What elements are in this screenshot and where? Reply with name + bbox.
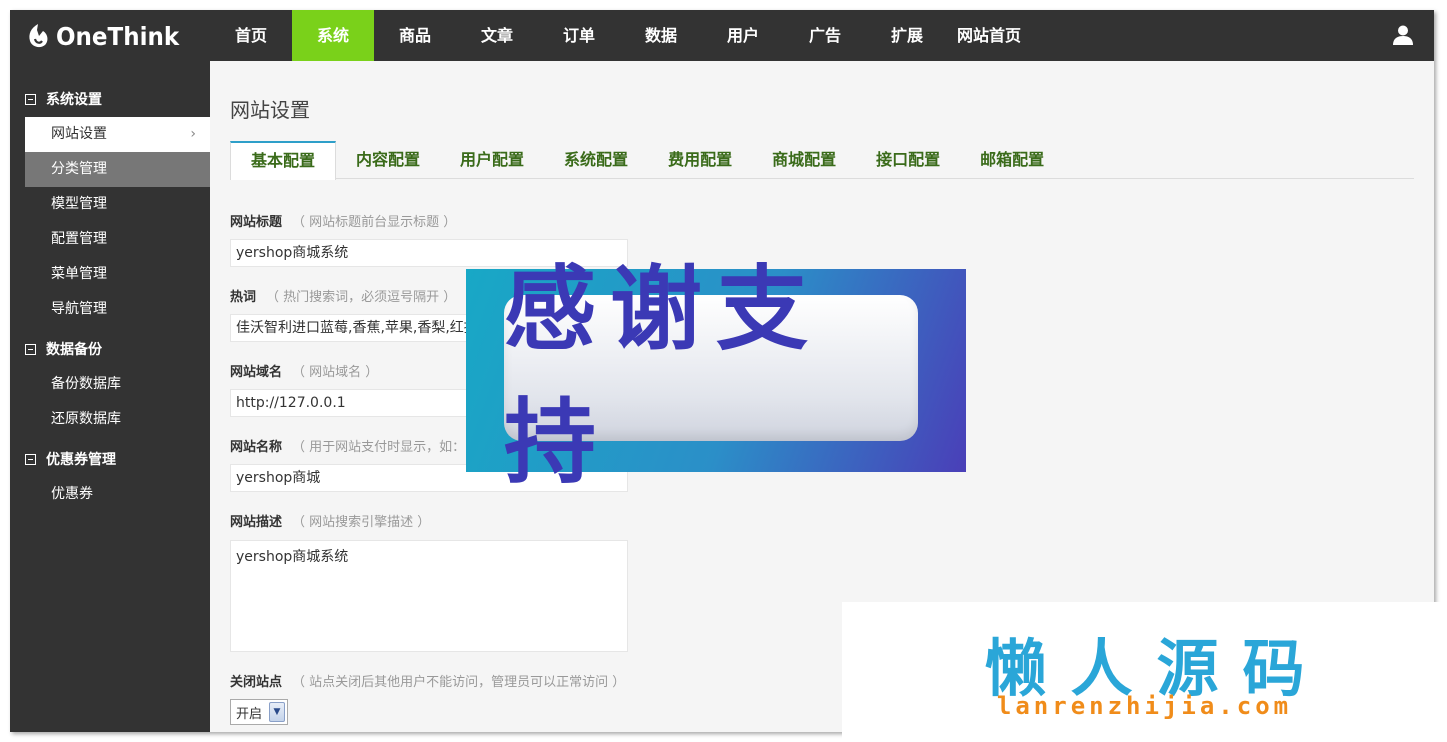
- sidebar-item-label: 备份数据库: [51, 376, 121, 392]
- collapse-icon[interactable]: [25, 453, 36, 465]
- nav-item-6[interactable]: 用户: [702, 10, 784, 61]
- sidebar-item-0-4[interactable]: 菜单管理: [10, 257, 210, 292]
- close-site-select-value: 开启: [236, 706, 263, 722]
- site-name-label-text: 网站名称: [230, 440, 283, 455]
- nav-item-2[interactable]: 商品: [374, 10, 456, 61]
- watermark: 懒人源码 lanrenzhijia.com: [842, 602, 1447, 742]
- site-title-hint: （ 网站标题前台显示标题 ）: [292, 215, 457, 230]
- sidebar-item-0-1[interactable]: 分类管理: [25, 152, 210, 187]
- domain-label-text: 网站域名: [230, 365, 283, 380]
- sidebar-item-0-0[interactable]: 网站设置 ›: [25, 117, 210, 152]
- user-icon[interactable]: [1392, 24, 1414, 46]
- logo-icon: [29, 24, 48, 48]
- nav-item-7[interactable]: 广告: [784, 10, 866, 61]
- logo[interactable]: OneThink: [26, 18, 190, 54]
- sidebar-item-0-5[interactable]: 导航管理: [10, 292, 210, 327]
- main-nav: 首页 系统 商品 文章 订单 数据 用户 广告 扩展 网站首页: [210, 10, 1030, 61]
- config-tabs: 基本配置 内容配置 用户配置 系统配置 费用配置 商城配置 接口配置 邮箱配置: [230, 141, 1414, 180]
- sidebar-item-2-0[interactable]: 优惠券: [10, 477, 210, 512]
- description-label: 网站描述 （ 网站搜索引擎描述 ）: [230, 511, 430, 530]
- close-site-label: 关闭站点 （ 站点关闭后其他用户不能访问，管理员可以正常访问 ）: [230, 671, 625, 690]
- sidebar: 系统设置网站设置 › 分类管理模型管理配置管理菜单管理导航管理数据备份备份数据库还原…: [10, 61, 210, 732]
- logo-text: OneThink: [56, 21, 180, 51]
- sidebar-group-title: 优惠券管理: [46, 452, 116, 468]
- tab-3[interactable]: 系统配置: [544, 141, 648, 179]
- hot-words-hint: （ 热门搜索词，必须逗号隔开 ）: [266, 290, 457, 305]
- thanks-banner-pill: 感谢支持: [504, 256, 918, 496]
- tab-7[interactable]: 邮箱配置: [960, 141, 1064, 179]
- nav-item-0[interactable]: 首页: [210, 10, 292, 61]
- sidebar-item-label: 导航管理: [51, 301, 107, 317]
- nav-item-5[interactable]: 数据: [620, 10, 702, 61]
- sidebar-group-0[interactable]: 系统设置: [10, 81, 210, 117]
- page-title: 网站设置: [230, 98, 310, 122]
- close-site-select[interactable]: 开启 ▼: [230, 699, 288, 725]
- sidebar-item-label: 网站设置: [51, 126, 107, 142]
- tab-4[interactable]: 费用配置: [648, 141, 752, 179]
- sidebar-group-1[interactable]: 数据备份: [10, 331, 210, 367]
- sidebar-group-title: 数据备份: [46, 342, 102, 358]
- nav-item-8[interactable]: 扩展: [866, 10, 948, 61]
- tab-0[interactable]: 基本配置: [230, 141, 337, 180]
- watermark-en: lanrenzhijia.com: [996, 692, 1293, 720]
- sidebar-item-1-1[interactable]: 还原数据库: [10, 402, 210, 437]
- sidebar-group-title: 系统设置: [46, 92, 102, 108]
- domain-hint: （ 网站域名 ）: [292, 365, 379, 380]
- nav-item-3[interactable]: 文章: [456, 10, 538, 61]
- tab-6[interactable]: 接口配置: [856, 141, 960, 179]
- collapse-icon[interactable]: [25, 343, 36, 355]
- nav-item-1[interactable]: 系统: [292, 10, 374, 61]
- sidebar-item-label: 分类管理: [51, 161, 107, 177]
- chevron-down-icon[interactable]: ▼: [269, 702, 285, 722]
- nav-item-4[interactable]: 订单: [538, 10, 620, 61]
- site-title-label: 网站标题 （ 网站标题前台显示标题 ）: [230, 211, 456, 230]
- sidebar-item-0-3[interactable]: 配置管理: [10, 222, 210, 257]
- sidebar-group-2[interactable]: 优惠券管理: [10, 441, 210, 477]
- nav-item-9[interactable]: 网站首页: [948, 10, 1030, 61]
- tab-1[interactable]: 内容配置: [336, 141, 440, 179]
- description-hint: （ 网站搜索引擎描述 ）: [292, 515, 431, 530]
- sidebar-item-0-2[interactable]: 模型管理: [10, 187, 210, 222]
- sidebar-item-1-0[interactable]: 备份数据库: [10, 367, 210, 402]
- close-site-label-text: 关闭站点: [230, 675, 283, 690]
- sidebar-item-label: 菜单管理: [51, 266, 107, 282]
- site-name-label: 网站名称 （ 用于网站支付时显示，如：: [230, 436, 465, 455]
- chevron-right-icon: ›: [190, 126, 196, 142]
- close-site-hint: （ 站点关闭后其他用户不能访问，管理员可以正常访问 ）: [292, 675, 626, 690]
- hot-words-label-text: 热词: [230, 290, 257, 305]
- description-label-text: 网站描述: [230, 515, 283, 530]
- sidebar-item-label: 还原数据库: [51, 411, 121, 427]
- thanks-banner-text: 感谢支持: [504, 256, 823, 496]
- collapse-icon[interactable]: [25, 93, 36, 105]
- top-navbar: OneThink 首页 系统 商品 文章 订单 数据 用户 广告 扩展 网站首页: [10, 10, 1434, 61]
- hot-words-label: 热词 （ 热门搜索词，必须逗号隔开 ）: [230, 286, 456, 305]
- domain-label: 网站域名 （ 网站域名 ）: [230, 361, 378, 380]
- thanks-banner: 感谢支持: [466, 256, 966, 496]
- site-name-hint: （ 用于网站支付时显示，如：: [292, 440, 466, 455]
- sidebar-item-label: 配置管理: [51, 231, 107, 247]
- sidebar-item-label: 优惠券: [51, 486, 93, 502]
- sidebar-item-label: 模型管理: [51, 196, 107, 212]
- description-textarea[interactable]: yershop商城系统: [230, 540, 628, 652]
- tab-2[interactable]: 用户配置: [440, 141, 544, 179]
- tab-5[interactable]: 商城配置: [752, 141, 856, 179]
- site-title-label-text: 网站标题: [230, 215, 283, 230]
